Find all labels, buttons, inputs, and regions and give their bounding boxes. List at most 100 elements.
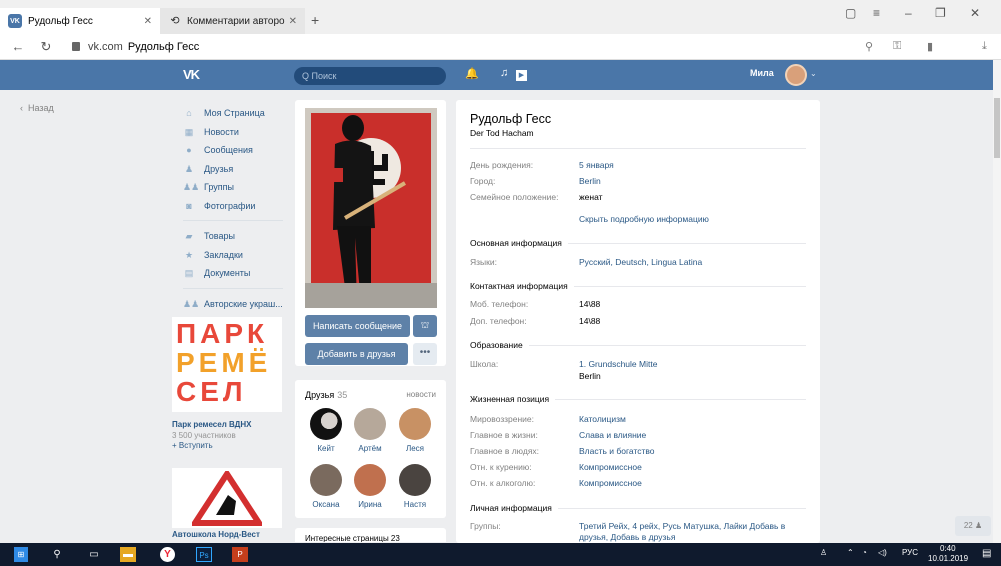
star-icon: ★ — [184, 249, 194, 260]
friends-header[interactable]: Друзья 35 — [305, 390, 347, 400]
send-message-button[interactable]: Написать сообщение — [305, 315, 410, 337]
friend-avatar — [354, 464, 386, 496]
page-scrollbar[interactable] — [993, 60, 1001, 543]
row-value[interactable]: Berlin — [579, 176, 804, 187]
network-icon[interactable]: ◔ — [862, 548, 867, 557]
reload-icon[interactable]: ↻ — [36, 39, 56, 55]
back-link[interactable]: ‹ Назад — [20, 103, 54, 113]
row-label: Группы: — [470, 521, 501, 531]
menu-item-group-jewelry[interactable]: ♟♟ Авторские украш... — [183, 295, 283, 314]
section-basic-info: Основная информация — [470, 238, 568, 248]
chevron-up-icon[interactable]: ⌃ — [847, 548, 854, 557]
row-value[interactable]: Католицизм — [579, 414, 804, 425]
ad-line: СЕЛ — [176, 376, 247, 407]
online-counter[interactable]: 22 ♟ — [955, 516, 991, 536]
section-life-position: Жизненная позиция — [470, 394, 556, 404]
menu-item-news[interactable]: ▦ Новости — [183, 123, 283, 142]
row-label: Главное в жизни: — [470, 430, 538, 440]
ad-members: 3 500 участников — [172, 431, 236, 440]
friend-item[interactable]: Кейт — [303, 408, 349, 453]
url-page-title[interactable]: Рудольф Гесс — [128, 41, 199, 53]
powerpoint-icon[interactable]: P — [232, 547, 248, 562]
tab-title: Рудольф Гесс — [28, 15, 93, 27]
profile-status[interactable]: Der Tod Hacham — [470, 128, 534, 138]
menu-item-friends[interactable]: ♟ Друзья — [183, 160, 283, 179]
row-value[interactable]: 1. Grundschule Mitte — [579, 359, 804, 370]
friend-item[interactable]: Ирина — [347, 464, 393, 509]
ad-title[interactable]: Парк ремесел ВДНХ — [172, 420, 252, 429]
music-icon[interactable]: ♫ — [500, 67, 508, 79]
tab-active[interactable]: VK Рудольф Гесс ✕ — [0, 8, 160, 34]
warning-sign-icon — [192, 470, 262, 526]
row-value[interactable]: Компромиссное — [579, 462, 804, 473]
user-avatar[interactable] — [785, 64, 807, 86]
ad-title[interactable]: Автошкола Норд-Вест — [172, 530, 260, 539]
tab-view-icon[interactable]: ▢ — [845, 6, 856, 20]
hide-details-link[interactable]: Скрыть подробную информацию — [579, 214, 709, 224]
volume-icon[interactable]: ◁) — [878, 548, 887, 557]
row-value[interactable]: Третий Рейх, 4 рейх, Русь Матушка, Лайки… — [579, 521, 804, 543]
close-tab-icon[interactable]: ✕ — [144, 16, 152, 27]
home-icon: ⌂ — [186, 108, 192, 119]
vk-logo[interactable]: VK — [183, 67, 200, 82]
ad-driving-school-banner[interactable] — [172, 468, 282, 528]
new-tab-icon[interactable]: + — [311, 12, 319, 28]
chevron-down-icon[interactable]: ⌄ — [810, 69, 817, 78]
friend-item[interactable]: Оксана — [303, 464, 349, 509]
minimize-icon[interactable]: – — [905, 6, 912, 20]
bell-icon[interactable]: 🔔 — [465, 67, 479, 80]
people-icon[interactable]: ♙ — [820, 548, 827, 557]
menu-icon[interactable]: ≡ — [873, 6, 880, 20]
clock-time[interactable]: 0:40 — [940, 544, 956, 553]
url-host[interactable]: vk.com — [88, 41, 123, 53]
friend-item[interactable]: Леся — [392, 408, 438, 453]
search-icon[interactable]: ⚲ — [50, 547, 64, 562]
menu-item-messages[interactable]: ● Сообщения — [183, 141, 283, 160]
menu-item-bookmarks[interactable]: ★ Закладки — [183, 246, 283, 265]
friends-news-link[interactable]: новости — [406, 390, 436, 399]
row-value[interactable]: 5 января — [579, 160, 804, 171]
notifications-icon[interactable]: ▤ — [982, 548, 991, 559]
restore-icon[interactable]: ❐ — [935, 6, 946, 20]
search-icon[interactable]: ⚲ — [865, 40, 873, 53]
photoshop-icon[interactable]: Ps — [196, 547, 212, 562]
menu-item-goods[interactable]: ▰ Товары — [183, 227, 283, 246]
language-indicator[interactable]: РУС — [902, 548, 918, 557]
task-view-icon[interactable]: ▭ — [87, 547, 101, 562]
ad-park-banner[interactable]: ПАРК РЕМЁ СЕЛ — [172, 317, 282, 412]
menu-item-my-page[interactable]: ⌂ Моя Страница — [183, 104, 283, 123]
close-tab-icon[interactable]: ✕ — [289, 16, 297, 27]
row-label: Главное в людях: — [470, 446, 540, 456]
close-window-icon[interactable]: ✕ — [970, 6, 980, 20]
add-friend-button[interactable]: Добавить в друзья — [305, 343, 408, 365]
row-value[interactable]: Компромиссное — [579, 478, 804, 489]
menu-item-photos[interactable]: ◙ Фотографии — [183, 197, 283, 216]
menu-item-groups[interactable]: ♟♟ Группы — [183, 178, 283, 197]
download-icon[interactable]: ⤓ — [982, 40, 987, 53]
row-value[interactable]: Слава и влияние — [579, 430, 804, 441]
clock-date[interactable]: 10.01.2019 — [928, 554, 968, 563]
windows-start-icon[interactable]: ⊞ — [14, 547, 28, 562]
search-input[interactable]: Q Поиск — [294, 67, 446, 85]
row-value[interactable]: Русский, Deutsch, Lingua Latina — [579, 257, 804, 268]
tab-inactive[interactable]: ⟲ Комментарии авторов "Со ✕ — [160, 8, 305, 34]
join-button[interactable]: + Вступить — [172, 441, 213, 450]
play-icon[interactable]: ▶ — [516, 70, 527, 81]
user-name[interactable]: Мила — [750, 68, 774, 78]
profile-photo[interactable] — [305, 108, 437, 308]
profile-photo-card: Написать сообщение ⛫ Добавить в друзья •… — [295, 100, 446, 366]
scrollbar-thumb[interactable] — [994, 98, 1000, 158]
friend-name: Артём — [358, 444, 382, 453]
password-icon[interactable]: ⚿ — [893, 40, 901, 53]
row-value[interactable]: Власть и богатство — [579, 446, 804, 457]
back-arrow-icon[interactable]: ← — [8, 39, 28, 54]
gift-icon[interactable]: ⛫ — [413, 315, 437, 337]
friend-item[interactable]: Артём — [347, 408, 393, 453]
more-actions-button[interactable]: ••• — [413, 343, 437, 365]
yandex-browser-icon[interactable]: Y — [160, 547, 175, 562]
file-explorer-icon[interactable]: ▬ — [120, 547, 136, 562]
bookmark-icon[interactable]: ▮ — [927, 40, 933, 53]
menu-item-documents[interactable]: ▤ Документы — [183, 264, 283, 283]
interesting-pages-card[interactable]: Интересные страницы 23 — [295, 528, 446, 542]
friend-item[interactable]: Настя — [392, 464, 438, 509]
